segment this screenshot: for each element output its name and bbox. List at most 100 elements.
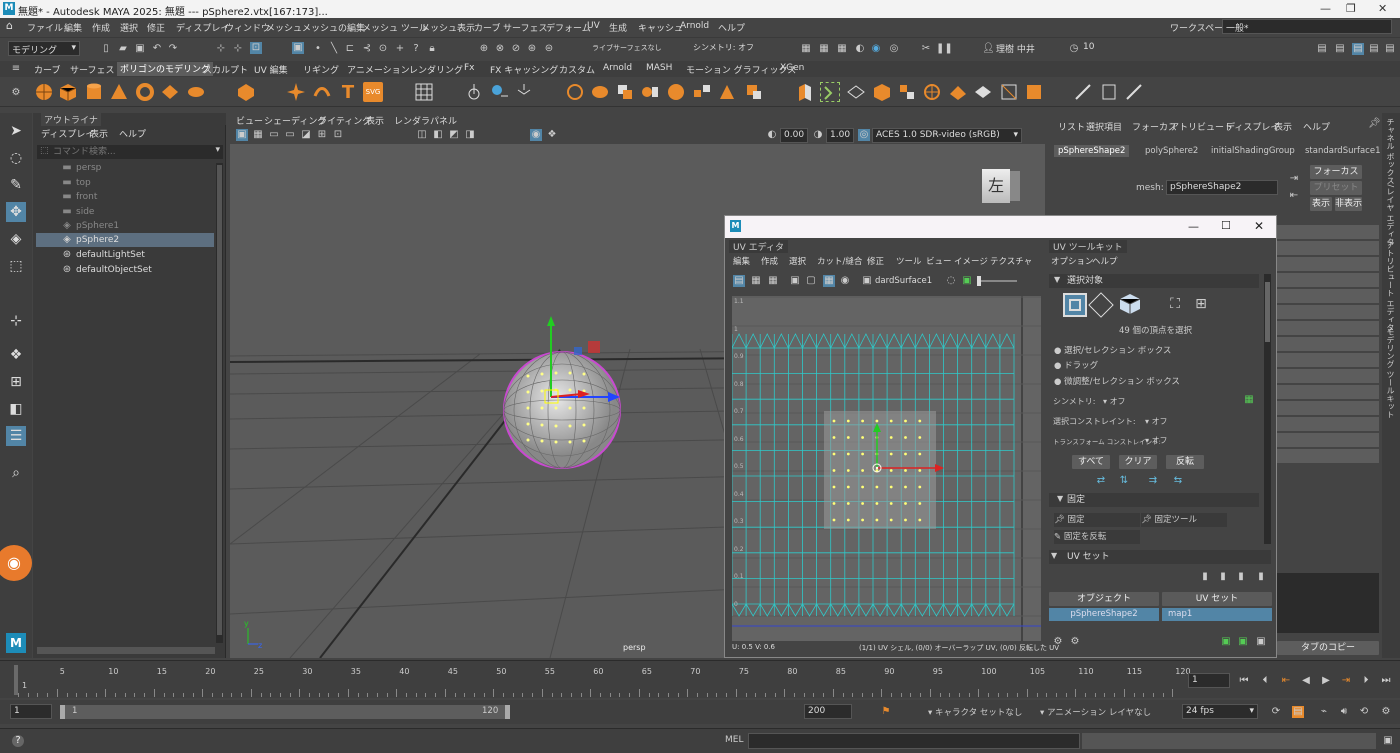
uv-menu-select[interactable]: 選択 (789, 255, 806, 267)
symmetry-label[interactable]: シンメトリ: オフ (693, 42, 754, 53)
menu-window[interactable]: ウィンドウ (225, 21, 270, 34)
uvtk-section-select[interactable]: 選択対象 (1049, 274, 1259, 288)
single-view-icon[interactable]: ❖ (6, 345, 26, 365)
face-mask-icon[interactable]: ⊏ (344, 43, 356, 55)
smooth-proxy-icon[interactable] (744, 82, 764, 102)
smooth-shade-icon[interactable]: ◧ (432, 129, 444, 141)
uv-settings-icon[interactable]: ⚙ (1069, 636, 1081, 648)
menu-select[interactable]: 選択 (120, 21, 138, 34)
target-weld-icon[interactable] (922, 82, 942, 102)
type-tool-icon[interactable]: T (338, 82, 358, 103)
vertex-select-icon[interactable] (1063, 293, 1087, 317)
go-to-start-icon[interactable]: ⏮ (1238, 675, 1250, 687)
shadows-icon[interactable]: ◨ (464, 129, 476, 141)
select-shell-icon[interactable]: ⇆ (1172, 475, 1184, 487)
menu-mesh[interactable]: メッシュ (266, 21, 302, 34)
outliner-toggle-icon[interactable]: ▤ (1334, 43, 1346, 55)
select-component-icon[interactable]: ⊡ (250, 42, 262, 54)
search-dropdown-icon[interactable]: ▾ (215, 145, 220, 155)
uv-shell-select-icon[interactable]: ⛶ (1169, 297, 1181, 311)
user-name[interactable]: 理樹 中井 (996, 42, 1035, 55)
colorspace-select[interactable]: ACES 1.0 SDR-video (sRGB) ▾ (872, 128, 1022, 143)
camera-attributes-icon[interactable]: ▣ (236, 129, 248, 141)
shelf-tab-xgen[interactable]: XGen (780, 63, 804, 73)
bookmark-icon[interactable]: ▤ (1292, 706, 1304, 718)
plus-icon[interactable]: + (394, 43, 406, 55)
workspace-select[interactable]: 一般* (1222, 19, 1392, 34)
paint-select-icon[interactable]: ✎ (6, 175, 26, 195)
shelf-tab-uv-editing[interactable]: UV 編集 (254, 63, 288, 76)
insert-loop-icon[interactable] (1024, 82, 1044, 102)
record-button-icon[interactable]: ◉ (0, 545, 32, 581)
resolution-gate-icon[interactable]: ▭ (284, 129, 296, 141)
time-slider[interactable]: 5 10 15 20 25 30 35 40 45 50 55 60 65 70 75 80 85 90 95 100… (0, 660, 1400, 698)
menu-mesh-tools[interactable]: メッシュ ツール (362, 21, 428, 34)
view-cube[interactable]: 左 (982, 169, 1022, 205)
render-settings-icon[interactable]: ▦ (836, 43, 848, 55)
extrude-icon[interactable] (795, 82, 815, 102)
ae-menu-show[interactable]: 表示 (1274, 120, 1292, 133)
edge-select-icon[interactable] (1088, 292, 1114, 318)
exposure-field[interactable]: 0.00 (780, 128, 808, 143)
tool-settings-icon[interactable]: ▤ (1368, 43, 1380, 55)
menu-display[interactable]: ディスプレイ (176, 21, 229, 34)
ae-menu-attributes[interactable]: アトリビュート (1170, 120, 1233, 133)
attribute-editor-tab[interactable]: アトリビュート エディタ (1385, 241, 1396, 332)
uv-auto-icon[interactable] (514, 82, 534, 102)
pin-button[interactable]: 📌︎ 固定 (1054, 513, 1140, 527)
channel-box-tab[interactable]: チャネル ボックス/レイヤ エディタ (1385, 118, 1396, 246)
shelf-tab-poly-modeling[interactable]: ポリゴンのモデリング (117, 62, 214, 76)
step-forward-frame-icon[interactable]: ⇥ (1340, 675, 1352, 687)
sculpt-brush-icon[interactable] (1124, 82, 1144, 102)
render-icon[interactable]: ▦ (800, 43, 812, 55)
ae-notes[interactable] (1277, 573, 1379, 633)
poly-plane-icon[interactable] (160, 82, 180, 102)
face-select-icon[interactable] (1119, 293, 1141, 315)
uvtk-section-pin[interactable]: 固定 (1049, 493, 1259, 507)
question-icon[interactable]: ? (410, 43, 422, 55)
select-mask-icon[interactable]: ▣ (292, 42, 304, 54)
step-forward-key-icon[interactable]: ⏵ (1360, 675, 1372, 687)
color-management-icon[interactable]: ◎ (858, 129, 870, 141)
ae-menu-display[interactable]: ディスプレイ (1226, 120, 1279, 133)
start-frame-field[interactable]: 1 (10, 704, 52, 719)
outliner-search[interactable]: ⬚ ▾ (37, 145, 223, 159)
svg-tool-icon[interactable]: SVG (363, 82, 383, 102)
gamma-field[interactable]: 1.00 (826, 128, 854, 143)
shelf-tab-rendering[interactable]: レンダリング (409, 63, 463, 76)
sweep-mesh-icon[interactable] (312, 82, 332, 102)
menu-edit-mesh[interactable]: メッシュの編集 (302, 21, 365, 34)
bridge-icon[interactable] (820, 82, 840, 102)
outliner-menu-help[interactable]: ヘルプ (119, 127, 146, 140)
uvset-rename-icon[interactable]: ▮ (1235, 571, 1247, 583)
boolean-icon[interactable] (615, 82, 635, 102)
isolate-icon[interactable]: ❖ (546, 129, 558, 141)
film-gate-icon[interactable]: ▭ (268, 129, 280, 141)
move-tool-icon[interactable]: ✥ (6, 202, 26, 222)
modeling-toolkit-tab[interactable]: モデリング ツールキット (1385, 328, 1396, 419)
uv-planar-icon[interactable] (489, 82, 509, 102)
step-back-key-icon[interactable]: ⏴ (1259, 675, 1271, 687)
outliner-item-top[interactable]: top (76, 178, 91, 188)
collapse-icon[interactable] (948, 82, 968, 102)
uv-grid-icon[interactable]: ▦ (750, 275, 762, 287)
uv-menu-create[interactable]: 作成 (761, 255, 778, 267)
uvset-new-icon[interactable]: ▮ (1199, 571, 1211, 583)
key-tangent-icon[interactable]: ⌁ (1318, 706, 1330, 718)
invert-pin-button[interactable]: ✎ 固定を反転 (1054, 530, 1140, 544)
go-to-end-icon[interactable]: ⏭ (1380, 675, 1392, 687)
shrink-selection-icon[interactable]: ⇅ (1118, 475, 1130, 487)
show-button[interactable]: 表示 (1310, 197, 1332, 211)
ae-menu-list[interactable]: リスト (1058, 120, 1085, 133)
script-editor-icon[interactable]: ▣ (1382, 735, 1394, 747)
uv-image-icon[interactable]: ▣ (961, 275, 973, 287)
clean-up-icon[interactable] (717, 82, 737, 102)
close-icon[interactable]: ✕ (1378, 2, 1387, 15)
anim-prefs-icon[interactable]: ⚙ (1380, 706, 1392, 718)
help-icon[interactable]: ? (12, 735, 24, 747)
outliner-item-persp[interactable]: persp (76, 163, 101, 173)
outliner-scrollbar[interactable] (216, 163, 223, 643)
arnold-render-icon[interactable]: ◉ (870, 43, 882, 55)
connect-icon[interactable] (999, 82, 1019, 102)
open-scene-icon[interactable]: ▰ (117, 43, 129, 55)
